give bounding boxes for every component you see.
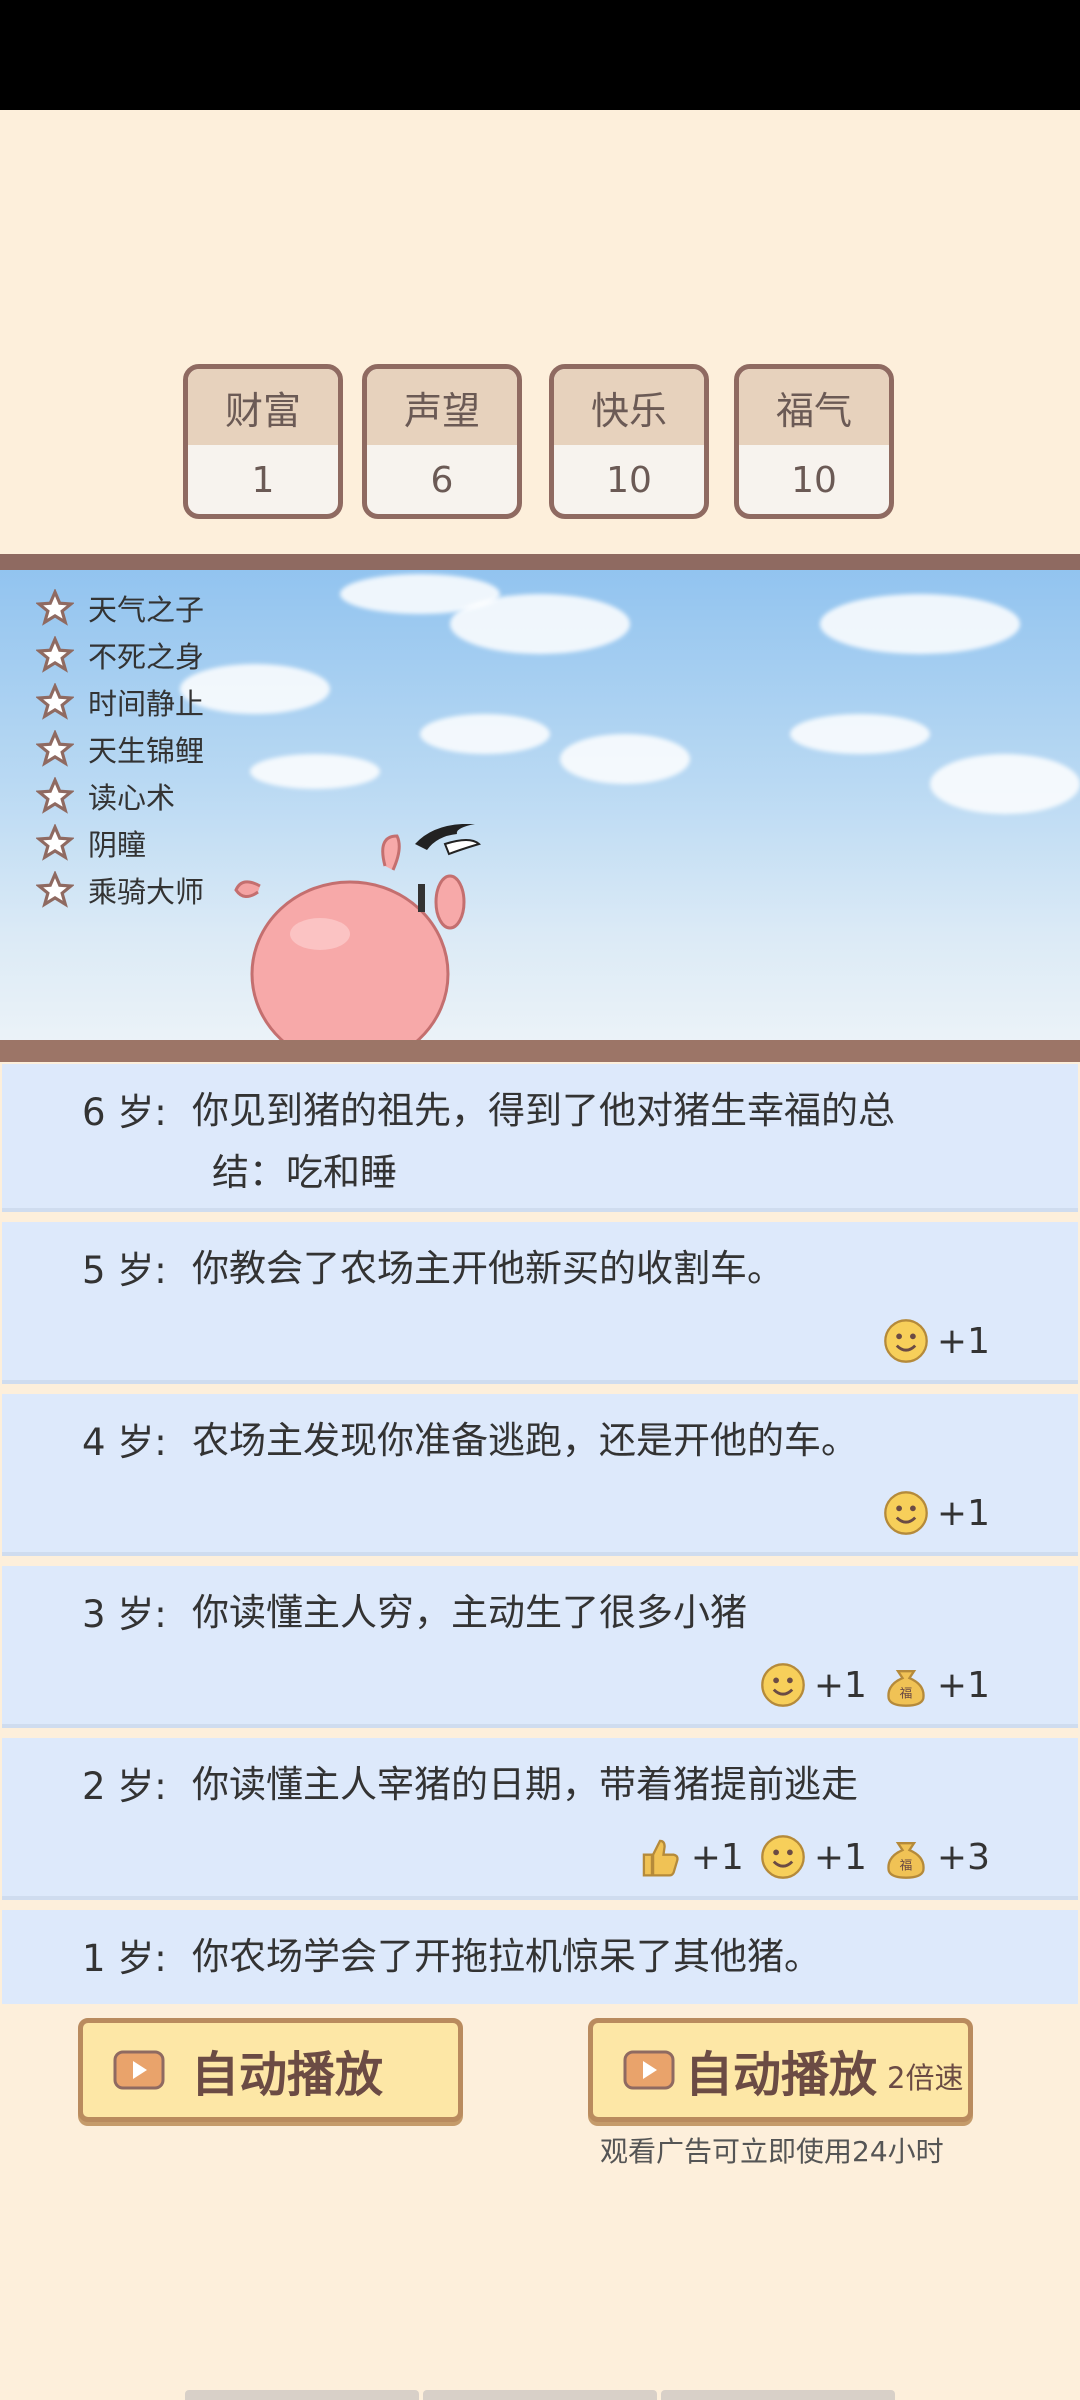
talent-label: 时间静止 — [88, 686, 205, 721]
star-icon — [36, 776, 74, 814]
reward-item: 福 +1 — [883, 1662, 990, 1708]
bottom-nav-hint — [0, 2390, 1080, 2400]
event-age: 5 岁: — [82, 1249, 167, 1292]
reward-value: +1 — [936, 1664, 990, 1706]
auto-play-fast-label: 自动播放 — [685, 2047, 878, 2103]
talent-label: 乘骑大师 — [88, 874, 205, 909]
reward-list: +1 — [883, 1490, 990, 1536]
star-icon — [36, 729, 74, 767]
event-age: 1 岁: — [82, 1937, 167, 1980]
reward-list: +1 — [883, 1318, 990, 1364]
event-text: 你读懂主人宰猪的日期，带着猪提前逃走 — [192, 1763, 858, 1806]
reward-value: +1 — [936, 1320, 990, 1362]
event-text: 你读懂主人穷，主动生了很多小猪 — [192, 1591, 747, 1634]
star-icon — [36, 870, 74, 908]
reward-list: +1 福 +1 — [760, 1662, 990, 1708]
star-icon — [36, 682, 74, 720]
talent-label: 不死之身 — [88, 639, 205, 674]
scene-border-top — [0, 554, 1080, 570]
event-age: 2 岁: — [82, 1765, 167, 1808]
smile-icon — [884, 1319, 928, 1363]
event-row: 4 岁: 农场主发现你准备逃跑，还是开他的车。 +1 — [2, 1394, 1078, 1556]
event-row: 5 岁: 你教会了农场主开他新买的收割车。 +1 — [2, 1222, 1078, 1384]
reward-item: +1 — [883, 1490, 990, 1536]
reward-item: +1 — [760, 1662, 867, 1708]
event-row: 3 岁: 你读懂主人穷，主动生了很多小猪 +1 福 +1 — [2, 1566, 1078, 1728]
pig-character — [234, 824, 482, 1060]
stat-happiness: 快乐 10 — [549, 364, 709, 519]
ad-note: 观看广告可立即使用24小时 — [600, 2135, 944, 2168]
star-icon — [36, 823, 74, 861]
video-play-icon — [113, 2050, 165, 2090]
status-bar — [0, 0, 1080, 110]
talent-item: 天生锦鲤 — [36, 725, 204, 772]
reward-value: +1 — [813, 1836, 867, 1878]
event-text: 农场主发现你准备逃跑，还是开他的车。 — [192, 1419, 858, 1462]
stat-label: 快乐 — [554, 369, 704, 445]
talent-list: 天气之子 不死之身 时间静止 天生锦鲤 读心术 阴瞳 乘骑大师 — [36, 584, 204, 913]
star-icon — [36, 588, 74, 626]
talent-label: 天气之子 — [88, 592, 205, 627]
event-log[interactable]: 6 岁: 你见到猪的祖先，得到了他对猪生幸福的总 结：吃和睡 5 岁: 你教会了农场… — [0, 1064, 1080, 2004]
auto-play-2x-button[interactable]: 自动播放 2倍速 — [588, 2018, 973, 2122]
money-bag-icon: 福 — [887, 1670, 925, 1707]
nav-segment — [185, 2390, 419, 2400]
scene-border-bottom — [0, 1040, 1080, 1062]
money-bag-glyph: 福 — [900, 1686, 913, 1701]
nav-segment — [423, 2390, 657, 2400]
event-age: 4 岁: — [82, 1421, 167, 1464]
reward-item: +1 — [760, 1834, 867, 1880]
smile-icon — [760, 1663, 805, 1707]
stat-value: 6 — [430, 459, 454, 501]
stat-value: 10 — [791, 459, 837, 501]
stats-panel: 财富 1 声望 6 快乐 10 福气 10 — [0, 364, 1080, 527]
auto-play-button[interactable]: 自动播放 — [78, 2018, 463, 2122]
event-age: 6 岁: — [82, 1091, 167, 1134]
star-icon — [36, 635, 74, 673]
event-row: 2 岁: 你读懂主人宰猪的日期，带着猪提前逃走 +1 +1 福 +3 — [2, 1738, 1078, 1900]
reward-value: +3 — [936, 1836, 990, 1878]
reward-list: +1 +1 福 +3 — [637, 1834, 990, 1880]
stat-label: 财富 — [188, 369, 338, 445]
talent-label: 读心术 — [88, 780, 176, 815]
reward-value: +1 — [813, 1664, 867, 1706]
talent-item: 时间静止 — [36, 678, 204, 725]
reward-value: +1 — [690, 1836, 744, 1878]
event-text: 你见到猪的祖先，得到了他对猪生幸福的总 — [192, 1089, 895, 1132]
stat-value: 1 — [251, 459, 275, 501]
money-bag-icon: 福 — [887, 1842, 925, 1879]
talent-item: 读心术 — [36, 772, 204, 819]
money-bag-glyph: 福 — [900, 1858, 913, 1873]
speed-label: 2倍速 — [887, 2061, 964, 2095]
reward-item: +1 — [883, 1318, 990, 1364]
stat-label: 声望 — [367, 369, 517, 445]
event-age: 3 岁: — [82, 1593, 167, 1636]
nav-segment — [661, 2390, 895, 2400]
talent-item: 阴瞳 — [36, 819, 204, 866]
talent-item: 天气之子 — [36, 584, 204, 631]
reward-value: +1 — [936, 1492, 990, 1534]
stat-label: 福气 — [739, 369, 889, 445]
stat-reputation: 声望 6 — [362, 364, 522, 519]
stat-value: 10 — [606, 459, 652, 501]
smile-icon — [760, 1835, 805, 1879]
reward-item: 福 +3 — [883, 1834, 990, 1880]
talent-item: 不死之身 — [36, 631, 204, 678]
event-row: 1 岁: 你农场学会了开拖拉机惊呆了其他猪。 — [2, 1910, 1078, 2004]
smile-icon — [884, 1491, 928, 1535]
thumbs-up-icon — [642, 1839, 679, 1877]
event-row: 6 岁: 你见到猪的祖先，得到了他对猪生幸福的总 结：吃和睡 — [2, 1064, 1078, 1212]
talent-item: 乘骑大师 — [36, 866, 204, 913]
video-play-icon — [623, 2050, 675, 2090]
reward-item: +1 — [637, 1834, 744, 1880]
event-text: 你农场学会了开拖拉机惊呆了其他猪。 — [192, 1935, 821, 1978]
auto-play-label: 自动播放 — [191, 2047, 384, 2103]
event-text-continued: 结：吃和睡 — [212, 1151, 397, 1194]
sky-scene: 天气之子 不死之身 时间静止 天生锦鲤 读心术 阴瞳 乘骑大师 — [0, 554, 1080, 1060]
stat-fortune: 福气 10 — [734, 364, 894, 519]
event-text: 你教会了农场主开他新买的收割车。 — [192, 1247, 784, 1290]
talent-label: 阴瞳 — [88, 827, 147, 862]
stat-wealth: 财富 1 — [183, 364, 343, 519]
talent-label: 天生锦鲤 — [88, 733, 205, 768]
